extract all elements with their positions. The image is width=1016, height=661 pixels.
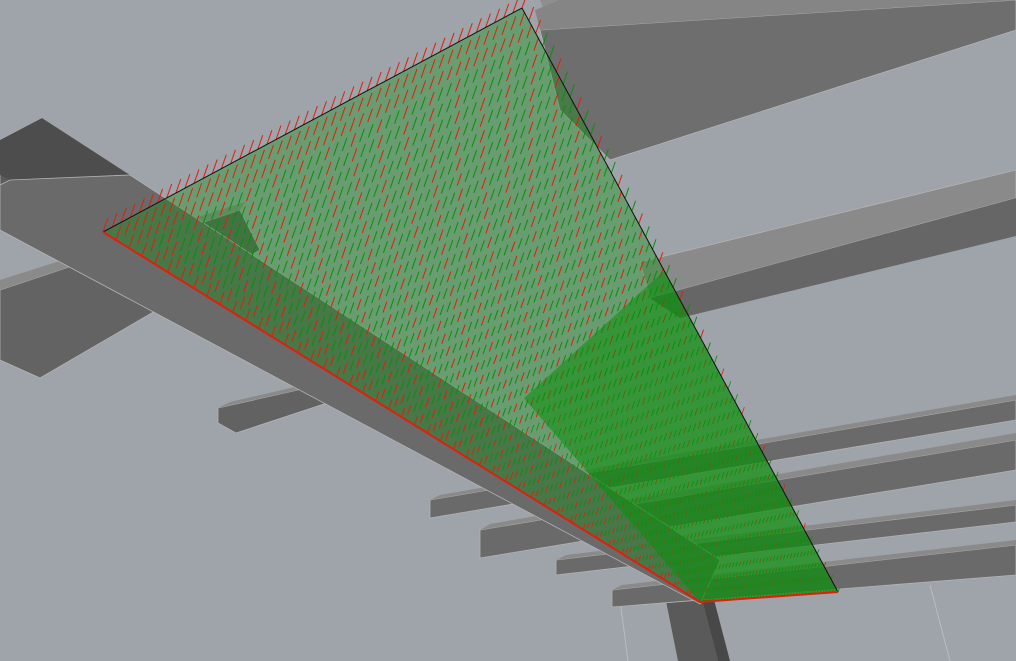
3d-viewport[interactable]: [0, 0, 1016, 661]
beam-mid-right: [639, 169, 1016, 318]
structural-scene: [0, 0, 1016, 661]
beam-upper-right: [535, 0, 1016, 161]
